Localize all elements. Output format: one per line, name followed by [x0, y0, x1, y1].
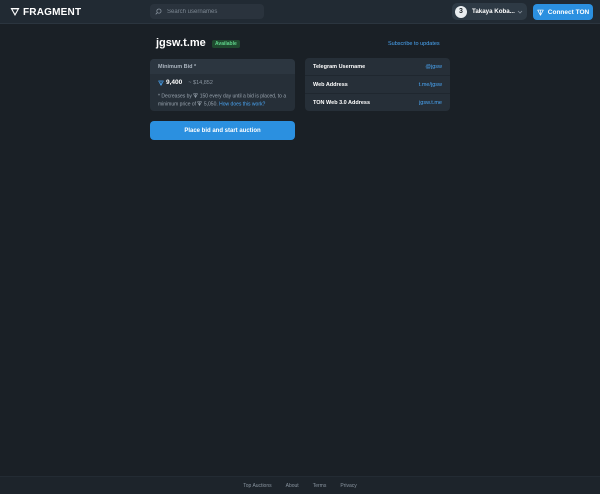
footer-link-about[interactable]: About [286, 483, 299, 489]
note-text: * Decreases by [158, 93, 194, 100]
connect-ton-label: Connect TON [547, 8, 590, 16]
telegram-username-link[interactable]: @jgsw [425, 64, 442, 70]
page-title: jgsw.t.me [156, 37, 206, 49]
info-label: Telegram Username [313, 63, 366, 70]
table-row: TON Web 3.0 Address jgsw.t.me [305, 94, 450, 111]
ton-icon [193, 93, 199, 98]
bid-amount: 9,400 [166, 79, 183, 86]
subscribe-link[interactable]: Subscribe to updates [388, 41, 440, 47]
info-label: Web Address [313, 81, 348, 88]
fragment-logo-icon [10, 8, 20, 16]
top-header: FRAGMENT 3 Takaya Koba... Connect TON [0, 0, 600, 24]
footer-link-privacy[interactable]: Privacy [340, 483, 356, 489]
avatar: 3 [455, 5, 467, 18]
page-footer: Top Auctions About Terms Privacy [0, 476, 600, 494]
chevron-down-icon [517, 10, 523, 14]
fragment-logo[interactable]: FRAGMENT [10, 6, 81, 18]
search-icon [155, 8, 162, 15]
ton-icon [158, 80, 164, 86]
ton-icon [537, 9, 544, 16]
bid-usd-value: ~ $14,852 [188, 79, 213, 86]
user-name: Takaya Koba... [472, 8, 515, 15]
table-row: Web Address t.me/jgsw [305, 76, 450, 94]
minimum-price: 5,050 [203, 101, 217, 107]
logo-text: FRAGMENT [23, 6, 82, 18]
username-info-table: Telegram Username @jgsw Web Address t.me… [305, 58, 450, 111]
footer-link-top-auctions[interactable]: Top Auctions [243, 483, 271, 489]
bid-amount-row: 9,400 ~ $14,852 [158, 79, 213, 86]
search-input[interactable] [167, 8, 257, 15]
bid-decrease-note: * Decreases by 150 every day until a bid… [158, 93, 292, 108]
table-row: Telegram Username @jgsw [305, 58, 450, 76]
user-menu[interactable]: 3 Takaya Koba... [452, 3, 527, 20]
ton-address-link[interactable]: jgsw.t.me [419, 100, 442, 106]
ton-icon [197, 100, 203, 106]
status-badge: Available [212, 40, 240, 48]
minimum-bid-header: Minimum Bid * [150, 59, 295, 74]
search-box[interactable] [150, 4, 264, 19]
connect-ton-button[interactable]: Connect TON [533, 4, 593, 20]
decrease-amount: 150 [199, 93, 209, 100]
minimum-bid-card: Minimum Bid * 9,400 ~ $14,852 * Decrease… [150, 59, 295, 111]
place-bid-button[interactable]: Place bid and start auction [150, 121, 295, 140]
web-address-link[interactable]: t.me/jgsw [419, 82, 442, 88]
info-label: TON Web 3.0 Address [313, 100, 371, 106]
how-does-this-work-link[interactable]: How does this work? [219, 101, 265, 107]
footer-link-terms[interactable]: Terms [313, 483, 327, 489]
